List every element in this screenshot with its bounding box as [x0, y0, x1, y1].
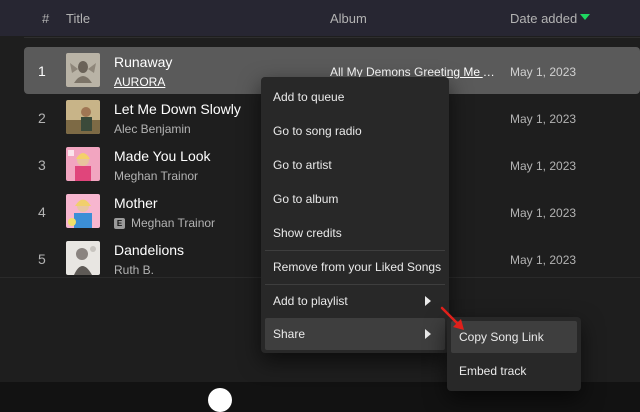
menu-item-go-to-artist[interactable]: Go to artist	[265, 149, 445, 181]
track-artist[interactable]: Ruth B.	[114, 263, 154, 277]
album-art	[66, 241, 100, 275]
track-number: 4	[38, 204, 46, 220]
track-title[interactable]: Made You Look	[114, 148, 211, 164]
menu-item-add-to-playlist[interactable]: Add to playlist	[265, 285, 445, 317]
track-title[interactable]: Mother	[114, 195, 158, 211]
track-date-added: May 1, 2023	[510, 206, 577, 220]
chevron-right-icon	[425, 329, 431, 339]
track-number: 2	[38, 110, 46, 126]
menu-item-remove-from-liked-songs[interactable]: Remove from your Liked Songs	[265, 251, 445, 283]
track-date-added: May 1, 2023	[510, 253, 577, 267]
menu-item-share[interactable]: Share	[265, 318, 445, 350]
column-date-added-header[interactable]: Date added	[510, 11, 577, 26]
menu-item-go-to-song-radio[interactable]: Go to song radio	[265, 115, 445, 147]
column-number-header: #	[42, 11, 50, 26]
album-art	[66, 53, 100, 87]
album-art	[66, 194, 100, 228]
album-art	[66, 147, 100, 181]
menu-item-label: Share	[273, 327, 306, 341]
scroll-indicator	[208, 388, 232, 412]
track-title[interactable]: Dandelions	[114, 242, 184, 258]
track-artist: E Meghan Trainor	[114, 216, 215, 230]
track-artist[interactable]: AURORA	[114, 75, 165, 89]
menu-item-embed-track[interactable]: Embed track	[451, 355, 577, 387]
annotation-arrow-icon	[440, 306, 464, 330]
chevron-right-icon	[425, 296, 431, 306]
sort-descending-icon[interactable]	[580, 14, 590, 20]
track-artist[interactable]: Meghan Trainor	[114, 169, 198, 183]
track-number: 1	[38, 63, 46, 79]
track-date-added: May 1, 2023	[510, 65, 577, 79]
track-artist-name[interactable]: Meghan Trainor	[131, 216, 215, 230]
track-number: 5	[38, 251, 46, 267]
menu-item-go-to-album[interactable]: Go to album	[265, 183, 445, 215]
track-date-added: May 1, 2023	[510, 159, 577, 173]
column-album-header[interactable]: Album	[330, 11, 367, 26]
menu-item-label: Add to playlist	[273, 294, 348, 308]
track-title[interactable]: Runaway	[114, 54, 172, 70]
track-context-menu: Add to queue Go to song radio Go to arti…	[261, 77, 449, 353]
track-number: 3	[38, 157, 46, 173]
menu-item-add-to-queue[interactable]: Add to queue	[265, 81, 445, 113]
explicit-badge-icon: E	[114, 218, 125, 230]
track-date-added: May 1, 2023	[510, 112, 577, 126]
menu-item-show-credits[interactable]: Show credits	[265, 217, 445, 249]
album-art	[66, 100, 100, 134]
header-divider	[24, 37, 640, 38]
track-title[interactable]: Let Me Down Slowly	[114, 101, 241, 117]
column-title-header[interactable]: Title	[66, 11, 90, 26]
track-artist[interactable]: Alec Benjamin	[114, 122, 191, 136]
